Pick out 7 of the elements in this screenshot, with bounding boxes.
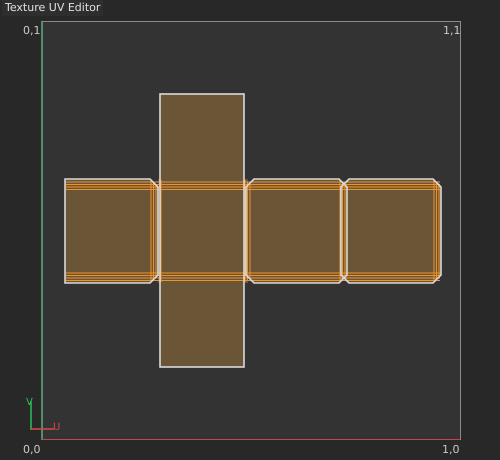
coordinate-label: 0,1 [23,24,40,37]
coordinate-label: 0,0 [23,443,40,456]
uv-canvas[interactable] [41,21,461,440]
coordinate-label: 1,1 [443,24,460,37]
panel-title[interactable]: Texture UV Editor [2,0,104,16]
u-axis-label: U [53,422,60,433]
coordinate-label: 1,0 [442,443,460,456]
